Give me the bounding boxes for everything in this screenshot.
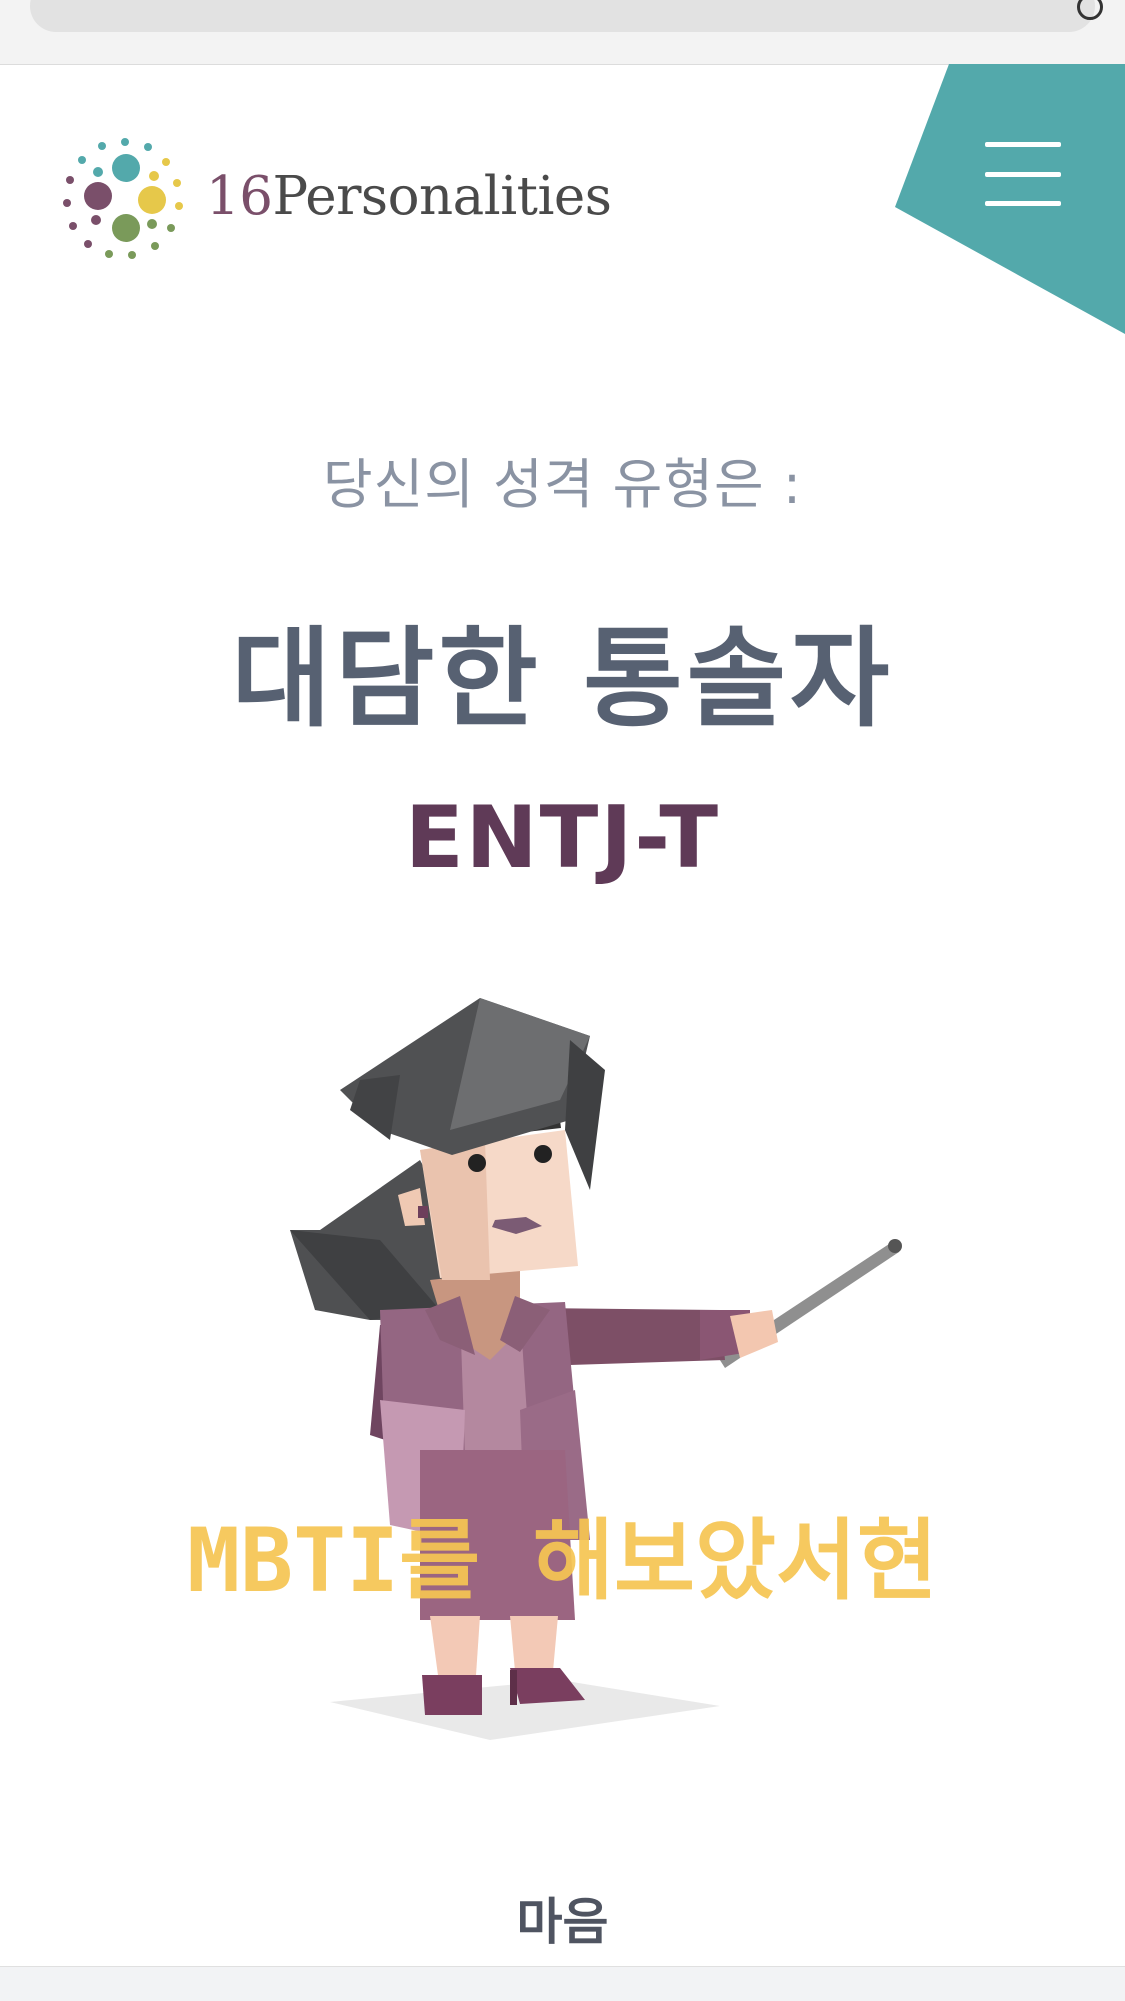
entj-commander-character-illustration: [230, 998, 902, 1740]
menu-line: [985, 201, 1061, 206]
browser-toolbar: [0, 0, 1125, 65]
menu-line: [985, 142, 1061, 147]
logo-dots: [63, 138, 183, 259]
personality-type-code: ENTJ-T: [404, 788, 721, 888]
reload-icon[interactable]: [1077, 0, 1103, 20]
result-intro: 당신의 성격 유형은 :: [322, 453, 803, 516]
logo-wordmark[interactable]: 16Personalities: [206, 166, 612, 227]
hamburger-menu-icon[interactable]: [985, 142, 1061, 206]
logo-icon[interactable]: [62, 136, 188, 262]
address-bar[interactable]: [30, 0, 1095, 32]
personality-type-name: 대담한 통솔자: [231, 617, 894, 742]
logo-number: 16: [206, 166, 273, 227]
bottom-toolbar: [0, 1966, 1125, 2001]
logo-word: Personalities: [272, 166, 612, 227]
section-label[interactable]: 마음: [0, 1882, 1125, 1954]
overlay-caption: MBTI를 해보았서현: [187, 1509, 938, 1612]
menu-line: [985, 171, 1061, 177]
